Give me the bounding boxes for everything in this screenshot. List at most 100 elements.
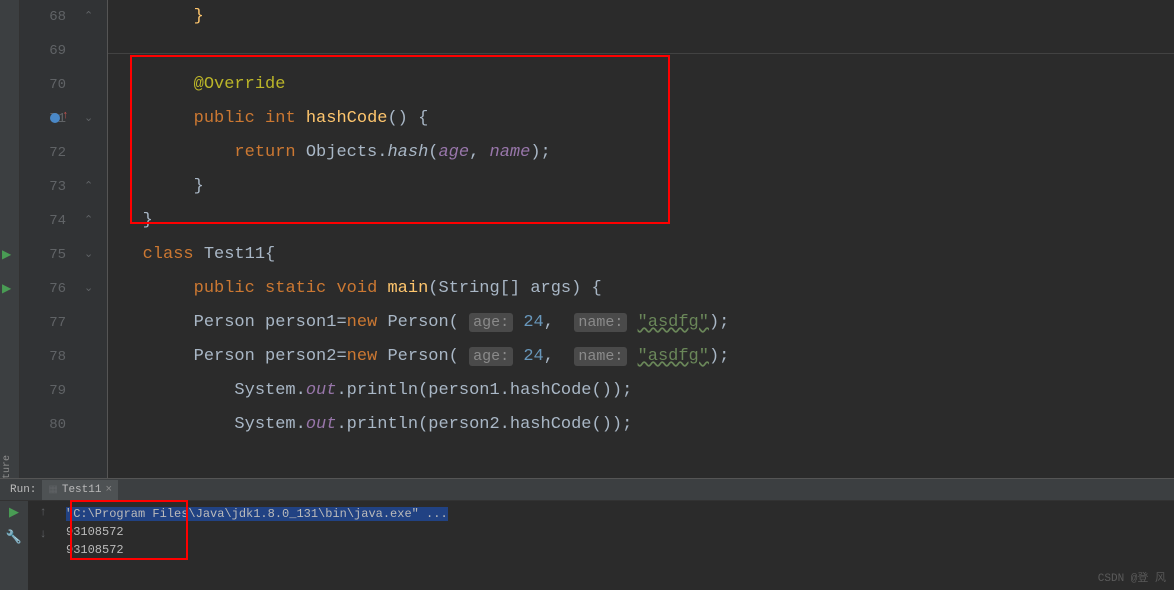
- field: out: [306, 381, 337, 400]
- line-number-gutter: 68 69 70 71 72 73 74 75 76 77 78 79 80: [20, 0, 80, 478]
- line-number: 68: [20, 0, 66, 34]
- override-arrow-icon: ↑: [62, 110, 69, 122]
- line-number: 74: [20, 204, 66, 238]
- override-gutter-icon[interactable]: [50, 113, 60, 123]
- text: .println(person2.hashCode());: [336, 415, 632, 434]
- settings-icon[interactable]: 🔧: [6, 530, 22, 545]
- param-hint: age:: [469, 313, 513, 332]
- string: "asdfg": [638, 313, 709, 332]
- fold-gutter: ⌃ ⌄ ⌃ ⌃ ⌄ ⌄ ▶ ▶: [80, 0, 108, 478]
- text: );: [709, 313, 729, 332]
- keyword: new: [347, 313, 378, 332]
- code-line[interactable]: public static void main(String[] args) {: [112, 272, 1174, 306]
- line-number: 79: [20, 374, 66, 408]
- run-toolbar: ▶ 🔧: [0, 501, 28, 590]
- text: (: [428, 143, 438, 162]
- code-line[interactable]: @Override: [112, 68, 1174, 102]
- code-line[interactable]: }: [112, 204, 1174, 238]
- fold-start-icon[interactable]: ⌄: [84, 111, 93, 125]
- code-line[interactable]: class Test11{: [112, 238, 1174, 272]
- code-line[interactable]: [112, 34, 1174, 68]
- code-line[interactable]: System.out.println(person2.hashCode());: [112, 408, 1174, 442]
- up-arrow-icon[interactable]: ↑: [39, 505, 46, 519]
- text: () {: [387, 109, 428, 128]
- line-number: 76: [20, 272, 66, 306]
- text: );: [709, 347, 729, 366]
- code-line[interactable]: }: [112, 0, 1174, 34]
- annotation: @Override: [194, 75, 286, 94]
- param-hint: name:: [574, 347, 627, 366]
- line-number: 80: [20, 408, 66, 442]
- code-content[interactable]: } @Override public int hashCode() { retu…: [108, 0, 1174, 478]
- line-number: 75: [20, 238, 66, 272]
- run-tool-window: Run: ▦ Test11 × ▶ 🔧 ↑ ↓ "C:\Program File…: [0, 478, 1174, 589]
- fold-end-icon[interactable]: ⌃: [84, 179, 93, 193]
- watermark: CSDN @登 风: [1098, 569, 1166, 585]
- keyword: void: [336, 279, 377, 298]
- class-name: Test11{: [194, 245, 276, 264]
- method-name: main: [387, 279, 428, 298]
- method-separator: [108, 53, 1174, 54]
- line-number: 77: [20, 306, 66, 340]
- param-hint: name:: [574, 313, 627, 332]
- keyword: public: [194, 279, 255, 298]
- text: ,: [544, 313, 564, 332]
- run-header: Run: ▦ Test11 ×: [0, 479, 1174, 501]
- keyword: int: [265, 109, 296, 128]
- text: System.: [234, 381, 305, 400]
- line-number: 73: [20, 170, 66, 204]
- code-line[interactable]: System.out.println(person1.hashCode());: [112, 374, 1174, 408]
- number: 24: [523, 313, 543, 332]
- keyword: public: [194, 109, 255, 128]
- fold-start-icon[interactable]: ⌄: [84, 281, 93, 295]
- run-method-icon[interactable]: ▶: [2, 281, 11, 296]
- code-editor[interactable]: 68 69 70 71 72 73 74 75 76 77 78 79 80 ⌃…: [20, 0, 1174, 478]
- run-tab[interactable]: ▦ Test11 ×: [42, 480, 118, 500]
- line-number: 69: [20, 34, 66, 68]
- text: .println(person1.hashCode());: [336, 381, 632, 400]
- down-arrow-icon[interactable]: ↓: [39, 527, 46, 541]
- fold-end-icon[interactable]: ⌃: [84, 213, 93, 227]
- line-number: 78: [20, 340, 66, 374]
- text: Person person1=: [194, 313, 347, 332]
- brace: }: [143, 211, 153, 230]
- keyword: class: [143, 245, 194, 264]
- text: System.: [234, 415, 305, 434]
- text: );: [530, 143, 550, 162]
- console-output[interactable]: "C:\Program Files\Java\jdk1.8.0_131\bin\…: [58, 501, 1174, 590]
- code-line[interactable]: }: [112, 170, 1174, 204]
- code-line[interactable]: return Objects.hash(age, name);: [112, 136, 1174, 170]
- text: Person person2=: [194, 347, 347, 366]
- text: ,: [469, 143, 489, 162]
- run-sub-toolbar: ↑ ↓: [28, 501, 58, 590]
- number: 24: [523, 347, 543, 366]
- field: age: [438, 143, 469, 162]
- method-call: hash: [387, 143, 428, 162]
- code-line[interactable]: Person person2=new Person( age: 24, name…: [112, 340, 1174, 374]
- run-tab-name: Test11: [62, 484, 102, 496]
- line-number: 72: [20, 136, 66, 170]
- rerun-icon[interactable]: ▶: [9, 505, 19, 520]
- keyword: return: [234, 143, 295, 162]
- keyword: static: [265, 279, 326, 298]
- field: name: [490, 143, 531, 162]
- text: (String[] args) {: [428, 279, 601, 298]
- run-label: Run:: [4, 484, 42, 496]
- console-line: "C:\Program Files\Java\jdk1.8.0_131\bin\…: [66, 505, 1166, 523]
- code-line[interactable]: public int hashCode() {: [112, 102, 1174, 136]
- run-body: ▶ 🔧 ↑ ↓ "C:\Program Files\Java\jdk1.8.0_…: [0, 501, 1174, 590]
- code-line[interactable]: Person person1=new Person( age: 24, name…: [112, 306, 1174, 340]
- param-hint: age:: [469, 347, 513, 366]
- brace: }: [194, 7, 204, 26]
- brace: }: [194, 177, 204, 196]
- console-line: 93108572: [66, 541, 1166, 559]
- text: ,: [544, 347, 564, 366]
- fold-start-icon[interactable]: ⌄: [84, 247, 93, 261]
- console-line: 93108572: [66, 523, 1166, 541]
- fold-end-icon[interactable]: ⌃: [84, 9, 93, 23]
- run-class-icon[interactable]: ▶: [2, 247, 11, 262]
- stack-icon: ▦: [48, 484, 57, 496]
- line-number: 70: [20, 68, 66, 102]
- text: Person(: [377, 313, 459, 332]
- close-icon[interactable]: ×: [105, 484, 112, 496]
